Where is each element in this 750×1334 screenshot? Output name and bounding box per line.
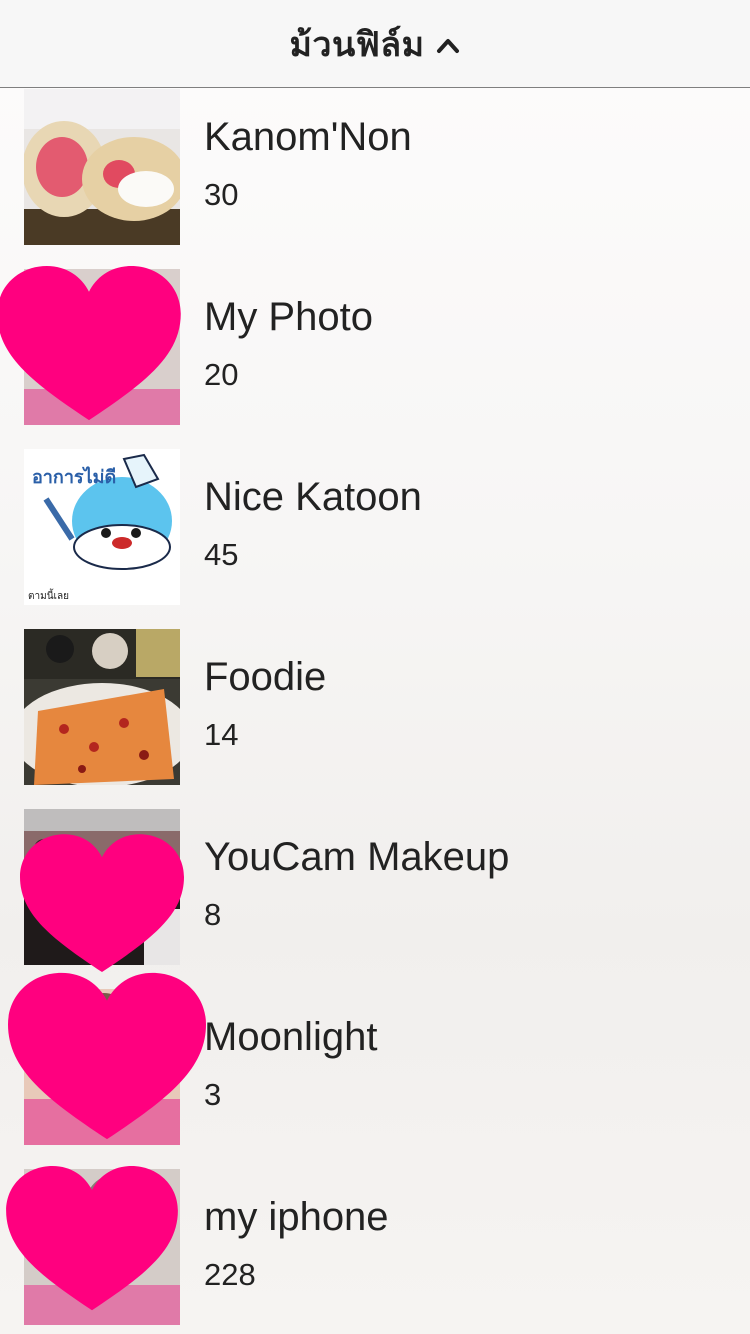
page-title[interactable]: ม้วนฟิล์ม bbox=[289, 17, 424, 71]
svg-text:อาการไม่ดี: อาการไม่ดี bbox=[32, 466, 116, 488]
album-name: Foodie bbox=[204, 655, 327, 699]
portrait-photo bbox=[24, 1169, 180, 1325]
cake-photo bbox=[24, 89, 180, 245]
chevron-up-icon[interactable] bbox=[435, 33, 461, 59]
album-row-moonlight[interactable]: Moonlight 3 bbox=[0, 989, 750, 1169]
album-list[interactable]: Kanom'Non 30 My Photo 20 อาการไม่ดี ตามน… bbox=[0, 89, 750, 1334]
album-thumbnail[interactable] bbox=[24, 1169, 180, 1325]
album-name: Nice Katoon bbox=[204, 475, 422, 519]
album-count: 228 bbox=[204, 1257, 256, 1292]
album-thumbnail[interactable] bbox=[24, 989, 180, 1145]
svg-text:ตามนี้เลย: ตามนี้เลย bbox=[28, 588, 69, 602]
album-name: my iphone bbox=[204, 1195, 389, 1239]
album-name: My Photo bbox=[204, 295, 373, 339]
album-count: 14 bbox=[204, 717, 239, 752]
album-name: YouCam Makeup bbox=[204, 835, 510, 879]
navigation-header[interactable]: ม้วนฟิล์ม bbox=[0, 0, 750, 88]
album-thumbnail[interactable] bbox=[24, 629, 180, 785]
portrait-photo bbox=[24, 269, 180, 425]
album-thumbnail[interactable] bbox=[24, 809, 180, 965]
fruitcake-photo bbox=[24, 629, 180, 785]
album-count: 8 bbox=[204, 897, 222, 932]
album-count: 3 bbox=[204, 1077, 222, 1112]
album-row-youcam-makeup[interactable]: YouCam Makeup 8 bbox=[0, 809, 750, 989]
album-count: 20 bbox=[204, 357, 239, 392]
album-row-my-iphone[interactable]: my iphone 228 bbox=[0, 1169, 750, 1334]
album-count: 30 bbox=[204, 177, 239, 212]
cartoon-sticker: อาการไม่ดี ตามนี้เลย bbox=[24, 449, 180, 605]
album-row-foodie[interactable]: Foodie 14 bbox=[0, 629, 750, 809]
album-row-nice-katoon[interactable]: อาการไม่ดี ตามนี้เลย Nice Katoon 45 bbox=[0, 449, 750, 629]
album-count: 45 bbox=[204, 537, 239, 572]
portrait-photo bbox=[24, 989, 180, 1145]
album-row-my-photo[interactable]: My Photo 20 bbox=[0, 269, 750, 449]
crowd-photo bbox=[24, 809, 180, 965]
album-row-kanom-non[interactable]: Kanom'Non 30 bbox=[0, 89, 750, 269]
album-thumbnail[interactable]: อาการไม่ดี ตามนี้เลย bbox=[24, 449, 180, 605]
album-name: Moonlight bbox=[204, 1015, 378, 1059]
album-thumbnail[interactable] bbox=[24, 89, 180, 245]
album-name: Kanom'Non bbox=[204, 115, 412, 159]
album-thumbnail[interactable] bbox=[24, 269, 180, 425]
